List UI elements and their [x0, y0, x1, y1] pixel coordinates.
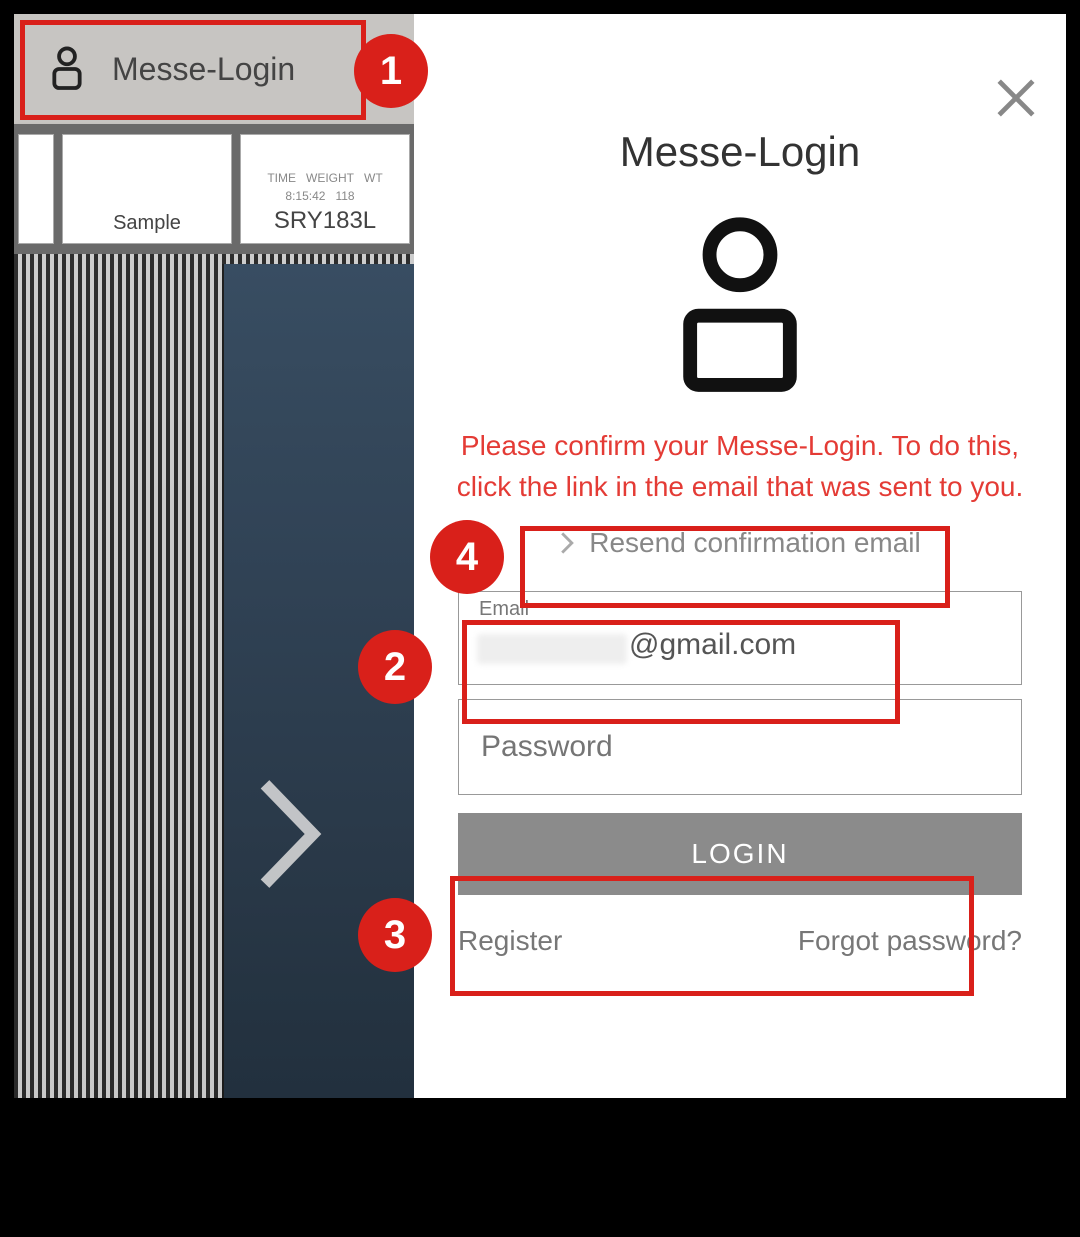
card-sample-label: Sample	[113, 212, 181, 235]
password-field-wrapper[interactable]	[458, 699, 1022, 795]
login-button[interactable]: LOGIN	[458, 813, 1022, 895]
card-col: WEIGHT	[306, 171, 354, 185]
resend-confirmation-link[interactable]: Resend confirmation email	[525, 507, 955, 577]
login-title: Messe-Login	[414, 128, 1066, 176]
card-code-label: SRY183L	[274, 207, 376, 235]
card-val: 8:15:42	[285, 189, 325, 203]
resend-label: Resend confirmation email	[589, 527, 921, 559]
app-frame: Sample TIME WEIGHT WT 8:15:42 118 SRY183…	[14, 14, 1066, 1098]
card-tiny-row: 8:15:42 118	[285, 189, 364, 203]
gallery-panel: Sample TIME WEIGHT WT 8:15:42 118 SRY183…	[14, 14, 414, 1098]
auth-links: Register Forgot password?	[458, 925, 1022, 957]
confirmation-notice: Please confirm your Messe-Login. To do t…	[414, 426, 1066, 507]
close-icon[interactable]	[992, 74, 1040, 122]
register-link[interactable]: Register	[458, 925, 562, 957]
login-panel: Messe-Login Please confirm your Messe-Lo…	[414, 14, 1066, 1098]
gallery-next-icon[interactable]	[254, 774, 324, 894]
messe-login-bar[interactable]: Messe-Login	[14, 14, 414, 124]
card-val: 118	[335, 189, 354, 203]
password-field[interactable]	[459, 700, 1021, 794]
card-col: WT	[364, 171, 383, 185]
gallery-card-sample: Sample	[62, 134, 232, 244]
email-label: Email	[479, 598, 529, 621]
card-col: TIME	[267, 171, 296, 185]
gallery-card	[18, 134, 54, 244]
gallery-card-code: TIME WEIGHT WT 8:15:42 118 SRY183L	[240, 134, 410, 244]
gallery-cards: Sample TIME WEIGHT WT 8:15:42 118 SRY183…	[14, 124, 414, 254]
forgot-password-link[interactable]: Forgot password?	[798, 925, 1022, 957]
user-large-icon	[670, 216, 810, 396]
email-redaction	[477, 634, 627, 664]
user-icon	[48, 45, 86, 93]
gallery-texture	[14, 124, 414, 1098]
messe-login-bar-label: Messe-Login	[112, 51, 295, 88]
email-field-wrapper[interactable]: Email	[458, 591, 1022, 685]
chevron-right-icon	[559, 531, 575, 555]
card-tiny-row: TIME WEIGHT WT	[267, 171, 382, 185]
login-button-label: LOGIN	[691, 838, 788, 870]
